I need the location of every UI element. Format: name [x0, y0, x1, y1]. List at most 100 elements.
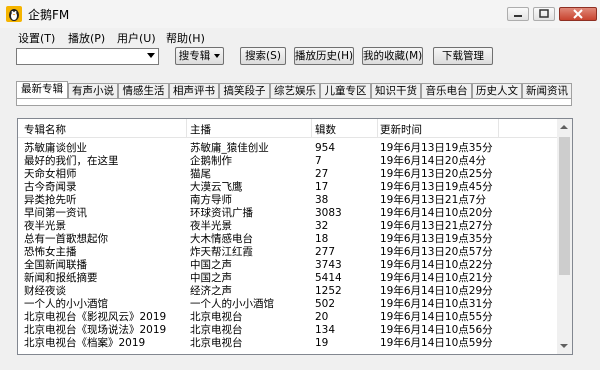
table-row[interactable]: 古今奇闻录 大漠云飞鹰 17 19年6月13日19点45分	[18, 181, 558, 194]
album-name: 异类抢先听	[24, 194, 77, 206]
album-name: 新闻和报纸摘要	[24, 272, 98, 284]
maximize-icon	[539, 9, 549, 18]
tab-knowledge[interactable]: 知识干货	[371, 83, 421, 99]
host-name: 北京电视台	[190, 337, 243, 349]
search-type-label: 搜专辑	[178, 50, 211, 62]
host-name: 经济之声	[190, 285, 232, 297]
table-row[interactable]: 财经夜谈 经济之声 1252 19年6月14日10点29分	[18, 285, 558, 298]
episode-count: 277	[315, 246, 336, 258]
update-time: 19年6月14日20点4分	[380, 155, 486, 167]
album-name: 天命女相师	[24, 168, 77, 180]
table-row[interactable]: 夜半光景 夜半光景 32 19年6月13日21点27分	[18, 220, 558, 233]
tab-emotional-life[interactable]: 情感生活	[118, 83, 169, 99]
table-row[interactable]: 北京电视台《现场说法》2019 北京电视台 134 19年6月14日10点56分	[18, 324, 558, 337]
table-row[interactable]: 北京电视台《档案》2019 北京电视台 19 19年6月14日10点59分	[18, 337, 558, 350]
episode-count: 32	[315, 220, 329, 232]
column-divider[interactable]	[498, 119, 499, 137]
table-row[interactable]: 全国新闻联播 中国之声 3743 19年6月14日10点22分	[18, 259, 558, 272]
table-row[interactable]: 总有一首歌想起你 大木情感电台 18 19年6月13日19点35分	[18, 233, 558, 246]
column-header-host[interactable]: 主播	[190, 122, 211, 137]
album-name: 苏敏庸谈创业	[24, 142, 87, 154]
column-header-updated[interactable]: 更新时间	[380, 122, 422, 137]
update-time: 19年6月14日10点22分	[380, 259, 493, 271]
host-name: 企鹅制作	[190, 155, 232, 167]
menu-play[interactable]: 播放(P)	[68, 30, 105, 46]
episode-count: 17	[315, 181, 329, 193]
chevron-down-icon	[214, 54, 221, 58]
menu-help[interactable]: 帮助(H)	[166, 30, 205, 46]
table-row[interactable]: 异类抢先听 南方导师 38 19年6月13日21点7分	[18, 194, 558, 207]
album-name: 最好的我们，在这里	[24, 155, 119, 167]
column-divider[interactable]	[311, 119, 312, 137]
update-time: 19年6月14日10点20分	[380, 207, 493, 219]
host-name: 一个人的小小酒馆	[190, 298, 274, 310]
favorites-button[interactable]: 我的收藏(M)	[362, 47, 423, 65]
host-name: 环球资讯广播	[190, 207, 253, 219]
album-list[interactable]: 专辑名称 主播 辑数 更新时间 苏敏庸谈创业 苏敏庸_猿佳创业 954 19年6…	[17, 118, 573, 355]
tab-comedy[interactable]: 搞笑段子	[219, 83, 270, 99]
table-row[interactable]: 新闻和报纸摘要 中国之声 5414 19年6月14日10点21分	[18, 272, 558, 285]
host-name: 北京电视台	[190, 311, 243, 323]
scroll-up-icon[interactable]	[560, 125, 568, 129]
episode-count: 18	[315, 233, 329, 245]
album-name: 一个人的小小酒馆	[24, 298, 108, 310]
scrollbar-thumb[interactable]	[559, 137, 570, 275]
play-history-button[interactable]: 播放历史(H)	[294, 47, 354, 65]
search-button[interactable]: 搜索(S)	[240, 47, 286, 65]
download-manager-button[interactable]: 下载管理	[433, 47, 493, 65]
table-row[interactable]: 苏敏庸谈创业 苏敏庸_猿佳创业 954 19年6月13日19点35分	[18, 142, 558, 155]
column-divider[interactable]	[186, 119, 187, 137]
update-time: 19年6月14日10点21分	[380, 272, 493, 284]
table-row[interactable]: 恐怖女主播 炸天帮江红霞 277 19年6月13日20点57分	[18, 246, 558, 259]
album-name: 财经夜谈	[24, 285, 66, 297]
tab-music-radio[interactable]: 音乐电台	[421, 83, 472, 99]
update-time: 19年6月13日21点27分	[380, 220, 493, 232]
update-time: 19年6月13日20点57分	[380, 246, 493, 258]
update-time: 19年6月14日10点55分	[380, 311, 493, 323]
maximize-button[interactable]	[533, 7, 555, 21]
menu-user[interactable]: 用户(U)	[117, 30, 156, 46]
close-icon	[573, 9, 583, 19]
tab-variety[interactable]: 综艺娱乐	[270, 83, 320, 99]
table-row[interactable]: 一个人的小小酒馆 一个人的小小酒馆 502 19年6月14日10点31分	[18, 298, 558, 311]
vertical-scrollbar[interactable]	[557, 119, 572, 354]
table-row[interactable]: 天命女相师 猫尾 27 19年6月13日20点25分	[18, 168, 558, 181]
episode-count: 5414	[315, 272, 342, 284]
table-row[interactable]: 北京电视台《影视风云》2019 北京电视台 20 19年6月14日10点55分	[18, 311, 558, 324]
update-time: 19年6月14日10点56分	[380, 324, 493, 336]
tab-news[interactable]: 新闻资讯	[522, 83, 572, 99]
host-name: 夜半光景	[190, 220, 232, 232]
update-time: 19年6月14日10点29分	[380, 285, 493, 297]
host-name: 苏敏庸_猿佳创业	[190, 142, 269, 154]
menu-settings[interactable]: 设置(T)	[18, 30, 55, 46]
update-time: 19年6月13日19点45分	[380, 181, 493, 193]
column-divider[interactable]	[377, 119, 378, 137]
scroll-down-icon[interactable]	[560, 344, 568, 348]
tab-audio-novels[interactable]: 有声小说	[68, 83, 118, 99]
update-time: 19年6月14日10点31分	[380, 298, 493, 310]
search-type-dropdown[interactable]: 搜专辑	[175, 47, 224, 65]
host-name: 炸天帮江红霞	[190, 246, 253, 258]
update-time: 19年6月13日19点35分	[380, 142, 493, 154]
album-name: 北京电视台《现场说法》2019	[24, 324, 167, 336]
close-button[interactable]	[559, 7, 597, 21]
episode-count: 38	[315, 194, 329, 206]
episode-count: 20	[315, 311, 329, 323]
tab-content-strip	[16, 98, 572, 106]
album-name: 全国新闻联播	[24, 259, 87, 271]
update-time: 19年6月13日21点7分	[380, 194, 486, 206]
column-header-episodes[interactable]: 辑数	[315, 122, 336, 137]
chevron-down-icon[interactable]	[147, 53, 155, 58]
tab-history[interactable]: 历史人文	[472, 83, 522, 99]
album-name: 总有一首歌想起你	[24, 233, 108, 245]
search-input[interactable]	[16, 48, 159, 65]
tab-crosstalk[interactable]: 相声评书	[169, 83, 219, 99]
table-row[interactable]: 最好的我们，在这里 企鹅制作 7 19年6月14日20点4分	[18, 155, 558, 168]
column-header-album[interactable]: 专辑名称	[24, 122, 66, 137]
tab-kids[interactable]: 儿童专区	[320, 83, 371, 99]
window-title: 企鹅FM	[28, 8, 70, 22]
minimize-icon	[514, 15, 522, 17]
table-row[interactable]: 早间第一资讯 环球资讯广播 3083 19年6月14日10点20分	[18, 207, 558, 220]
episode-count: 19	[315, 337, 329, 349]
minimize-button[interactable]	[507, 7, 529, 21]
